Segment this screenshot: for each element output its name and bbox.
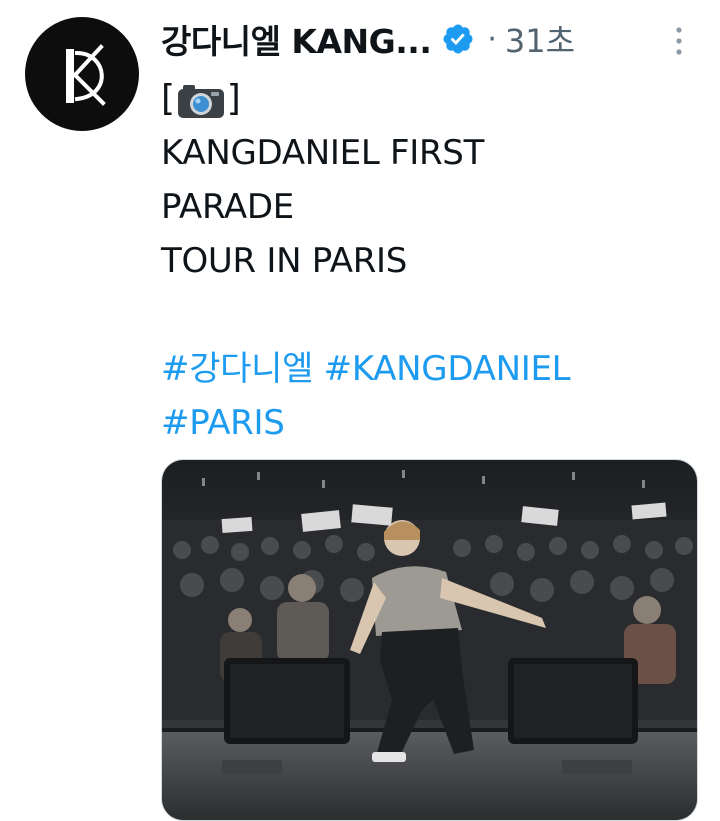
close-bracket: ] (226, 78, 241, 119)
hashtag-link[interactable]: #KANGDANIEL (324, 349, 571, 389)
kd-logo-icon (66, 44, 106, 106)
more-options-icon[interactable] (675, 24, 683, 58)
tweet-text: [ ] KANGDANIEL FIRST PARADE TOUR IN PARI… (161, 72, 691, 450)
hashtags: #강다니엘 #KANGDANIEL #PARIS (161, 342, 691, 450)
hashtag-link[interactable]: #PARIS (161, 403, 285, 443)
tweet-photo[interactable] (161, 459, 698, 821)
open-bracket: [ (161, 78, 175, 119)
concert-photo-image (162, 460, 697, 820)
tweet-header: 강다니엘 KANG... · 31초 (161, 14, 701, 64)
tweet-timestamp[interactable]: 31초 (505, 16, 575, 62)
separator-dot: · (487, 21, 497, 57)
hashtag-link[interactable]: #강다니엘 (161, 349, 313, 389)
text-line: PARADE (161, 187, 294, 227)
profile-avatar[interactable] (25, 17, 139, 131)
text-line: KANGDANIEL FIRST (161, 133, 485, 173)
verified-badge-icon (441, 22, 475, 56)
camera-line: [ ] (161, 72, 691, 126)
camera-emoji-icon (177, 81, 225, 118)
author-name[interactable]: 강다니엘 KANG... (161, 15, 432, 63)
text-line: TOUR IN PARIS (161, 241, 408, 281)
